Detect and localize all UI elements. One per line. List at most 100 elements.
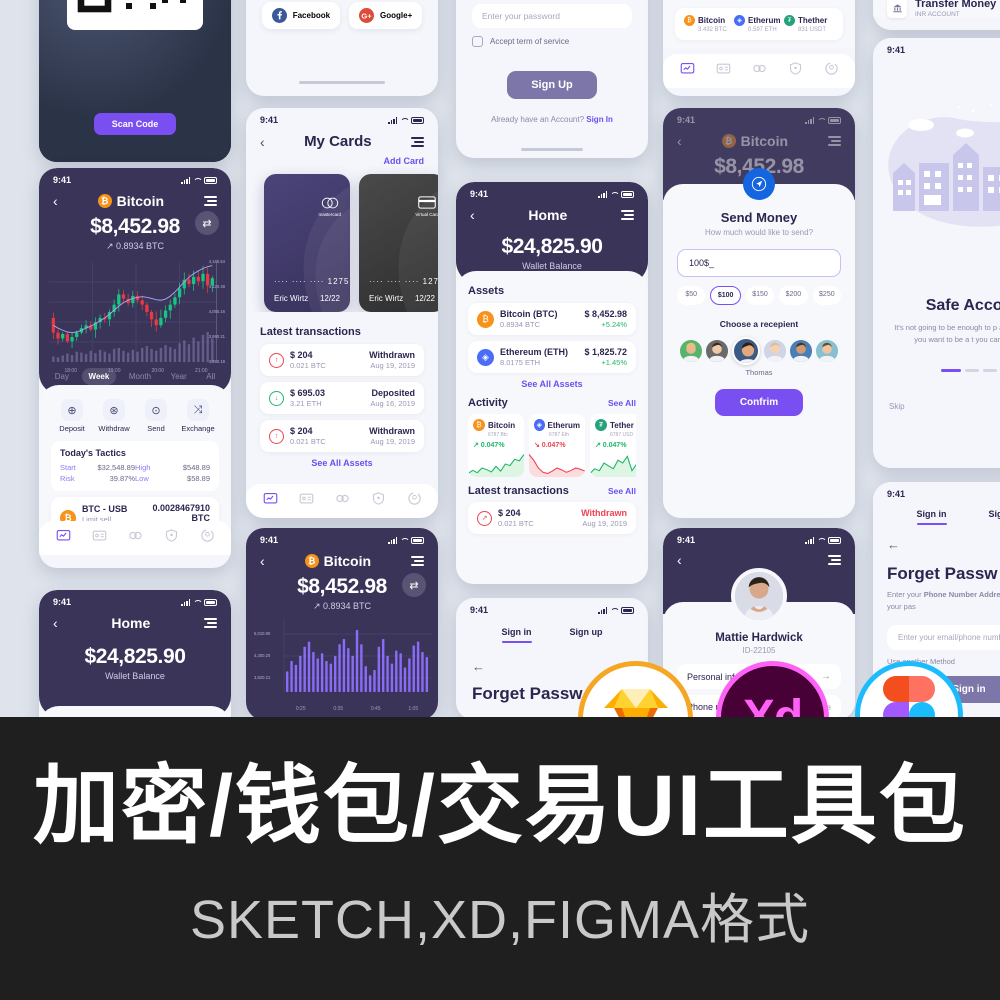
tab-card-tab[interactable] [299,491,314,511]
transaction-row[interactable]: ↓ $ 695.03 3.21 ETH Deposited Aug 16, 20… [260,382,424,414]
recipient-avatar[interactable] [706,340,728,362]
tab-exchange-tab[interactable] [752,61,767,81]
screen-home[interactable]: 9:41 ‹ Home $24,825.90 Wallet Balance As… [456,182,648,584]
back-icon[interactable]: ‹ [677,553,682,567]
tab-shield-tab[interactable] [371,491,386,511]
recipient-avatars[interactable] [677,337,841,365]
confirm-button[interactable]: Confrim [715,389,803,416]
screen-scan-qr[interactable]: Scan Code [39,0,231,162]
tab-bar[interactable] [246,484,438,518]
recipient-avatar[interactable] [764,340,786,362]
screen-signup[interactable]: Enter your password Accept term of servi… [456,0,648,158]
tab-bar[interactable] [39,521,231,555]
tab-profile-tab[interactable] [407,491,422,511]
recipient-avatar[interactable] [680,340,702,362]
quick-amount-chips[interactable]: $50 $100 $150 $200 $250 [677,286,841,305]
signup-button[interactable]: Sign Up [507,71,597,99]
transaction-row[interactable]: ↑ $ 204 0.021 BTC Withdrawn Aug 19, 2019 [260,344,424,376]
back-icon[interactable]: ‹ [53,616,58,630]
cards-carousel[interactable]: mastercard ···· ···· ···· 1275 Eric Wirt… [246,166,438,312]
activity-cards[interactable]: ₿ Bitcoin 6787 Btc ↗ 0.047% ◈ Etherum 67… [468,414,636,477]
pagination-dot[interactable] [983,369,997,372]
google-button[interactable]: G+ Google+ [349,2,422,29]
transactions-see-all[interactable]: See All [608,486,636,496]
action-exchange[interactable]: ⤨ Exchange [177,399,219,433]
facebook-button[interactable]: Facebook [262,2,340,29]
tab-shield-tab[interactable] [788,61,803,81]
tab-shield-tab[interactable] [164,528,179,548]
screen-coin-summary[interactable]: $8,452.98 ₿ Bitcoin 3.432 BTC ◈ Etherum … [663,0,855,96]
scan-code-button[interactable]: Scan Code [94,113,176,135]
tab-exchange-tab[interactable] [128,528,143,548]
auth-tabs[interactable]: Sign in Sign up [456,627,648,643]
see-all-assets-link[interactable]: See All Assets [260,458,424,468]
screen-onboarding[interactable]: 9:41 Safe Acco It's not going to be enou… [873,38,1000,468]
terms-row[interactable]: Accept term of service [472,36,632,47]
tab-sign-up[interactable]: Sign up [570,627,603,643]
screen-send-money[interactable]: 9:41 ‹ ₿ Bitcoin $8,452.98 Send Money Ho… [663,108,855,518]
tab-exchange-tab[interactable] [335,491,350,511]
password-field[interactable]: Enter your password [472,4,632,28]
email-phone-input[interactable]: Enter your email/phone number [887,625,1000,650]
action-send[interactable]: ⊙ Send [135,399,177,433]
back-icon[interactable]: ‹ [677,134,682,148]
screen-my-cards[interactable]: 9:41 ‹ My Cards Add Card mastercard ····… [246,108,438,518]
tab-chart-tab[interactable] [56,528,71,548]
recipient-avatar[interactable] [732,337,760,365]
menu-icon[interactable] [204,196,217,206]
pagination-dot[interactable] [941,369,961,372]
swap-button[interactable]: ⇄ [195,211,219,235]
swap-button[interactable]: ⇄ [402,573,426,597]
pagination-dot[interactable] [965,369,979,372]
menu-icon[interactable] [621,210,634,220]
tab-bar[interactable] [663,54,855,88]
activity-card[interactable]: ◈ Etherum 6787 Eth ↘ 0.047% [529,414,585,477]
activity-card[interactable]: ₮ Tether 6787 USD ↗ 0.047% [590,414,636,477]
menu-icon[interactable] [204,618,217,628]
back-icon[interactable]: ‹ [260,135,265,149]
tab-sign-in[interactable]: Sign in [502,627,532,643]
menu-icon[interactable] [828,555,841,565]
signin-link[interactable]: Sign In [586,115,613,124]
screen-bitcoin-detail[interactable]: 9:41 ‹ ₿ Bitcoin $8,452.98 ↗ 0.8934 BTC … [39,168,231,568]
tab-profile-tab[interactable] [824,61,839,81]
screen-bitcoin-bars[interactable]: 9:41 ‹ ₿ Bitcoin $8,452.98 ↗ 0.8934 BTC … [246,528,438,720]
asset-row[interactable]: ◈ Ethereum (ETH) 8.0175 ETH $ 1,825.72 +… [468,341,636,373]
auth-tabs[interactable]: Sign in Sign up [873,509,1000,525]
transaction-row[interactable]: ↗ $ 204 0.021 BTC Withdrawn Aug 19, 2019 [468,502,636,534]
quick-amount-50[interactable]: $50 [677,286,705,305]
tab-profile-tab[interactable] [200,528,215,548]
menu-icon[interactable] [828,136,841,146]
tab-card-tab[interactable] [92,528,107,548]
screen-social-signup[interactable]: Facebook G+ Google+ [246,0,438,96]
skip-button[interactable]: Skip [873,372,1000,411]
quick-amount-150[interactable]: $150 [746,286,774,305]
social-buttons[interactable]: Facebook G+ Google+ [246,2,438,29]
back-icon[interactable]: ‹ [260,554,265,568]
activity-card[interactable]: ₿ Bitcoin 6787 Btc ↗ 0.047% [468,414,524,477]
recipient-avatar[interactable] [816,340,838,362]
tab-sign-in[interactable]: Sign in [917,509,947,525]
terms-checkbox[interactable] [472,36,483,47]
back-icon[interactable]: ‹ [470,208,475,222]
amount-input[interactable]: 100$_ [677,249,841,277]
card-virtual[interactable]: Virtual Card ···· ···· ···· 1275 Eric Wi… [359,174,438,312]
quick-amount-200[interactable]: $200 [779,286,807,305]
back-icon[interactable]: ‹ [53,194,58,208]
menu-icon[interactable] [411,137,424,147]
action-deposit[interactable]: ⊕ Deposit [51,399,93,433]
card-mastercard[interactable]: mastercard ···· ···· ···· 1275 Eric Wirt… [264,174,350,312]
transaction-row[interactable]: ↑ $ 204 0.021 BTC Withdrawn Aug 19, 2019 [260,420,424,452]
activity-see-all[interactable]: See All [608,398,636,408]
add-card-button[interactable]: Add Card [246,156,438,166]
action-withdraw[interactable]: ⊛ Withdraw [93,399,135,433]
see-all-assets-link[interactable]: See All Assets [468,379,636,389]
tab-chart-tab[interactable] [263,491,278,511]
back-arrow-icon[interactable]: ← [873,525,1000,552]
quick-amount-100[interactable]: $100 [710,286,740,305]
tab-chart-tab[interactable] [680,61,695,81]
screen-transfer-money[interactable]: Transfer Money INR ACCOUNT [873,0,1000,30]
menu-icon[interactable] [411,556,424,566]
quick-actions[interactable]: ⊕ Deposit ⊛ Withdraw ⊙ Send ⤨ Exchange [51,399,219,433]
asset-row[interactable]: ₿ Bitcoin (BTC) 0.8934 BTC $ 8,452.98 +5… [468,303,636,335]
